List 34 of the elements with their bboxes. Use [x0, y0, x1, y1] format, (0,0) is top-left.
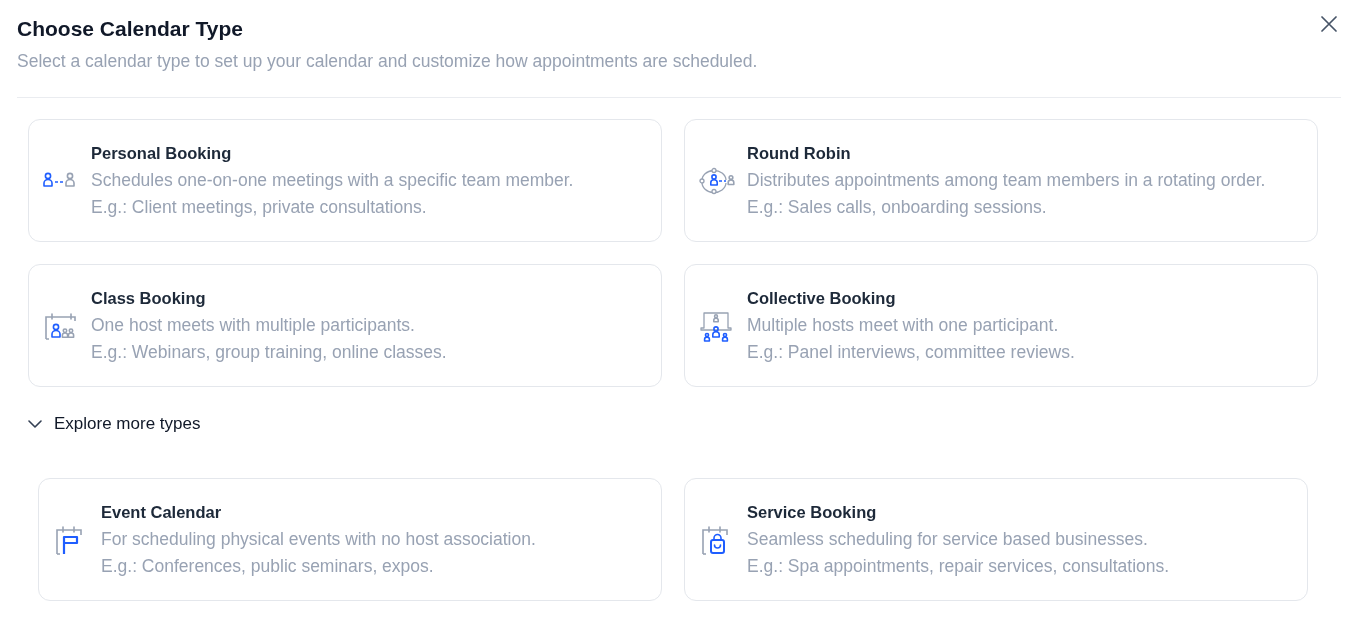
calendar-bag-icon: [699, 523, 729, 556]
card-description: Multiple hosts meet with one participant.: [747, 314, 1060, 337]
card-title: Collective Booking: [747, 288, 897, 309]
chevron-icon: [28, 420, 42, 428]
card-example: E.g.: Conferences, public seminars, expos.: [101, 555, 435, 578]
card-example: E.g.: Webinars, group training, online classes.: [91, 341, 447, 364]
calendar-type-card[interactable]: Personal Booking Schedules one-on-one meetings with a specific team member. E.g.: Client meetings, private consultations.: [28, 119, 662, 242]
card-description: Seamless scheduling for service based businesses.: [747, 528, 1149, 551]
calendar-group-icon: [43, 310, 77, 341]
calendar-type-card[interactable]: Round Robin Distributes appointments among team members in a rotating order. E.g.: Sales calls, onboarding sessions.: [684, 119, 1318, 242]
calendar-type-card[interactable]: Event Calendar For scheduling physical events with no host association. E.g.: Conferences, public seminars, expos.: [38, 478, 662, 601]
card-title: Class Booking: [91, 288, 207, 309]
dialog-title: Choose Calendar Type: [17, 16, 243, 42]
card-example: E.g.: Spa appointments, repair services, consultations.: [747, 555, 1170, 578]
calendar-type-card[interactable]: Service Booking Seamless scheduling for service based businesses. E.g.: Spa appointments, repair services, consultations.: [684, 478, 1308, 601]
screen-group-icon: [699, 309, 733, 342]
person-rotation-icon: [699, 166, 735, 195]
calendar-type-card[interactable]: Collective Booking Multiple hosts meet with one participant. E.g.: Panel interviews, committee reviews.: [684, 264, 1318, 387]
card-description: Schedules one-on-one meetings with a specific team member.: [91, 169, 574, 192]
card-title: Event Calendar: [101, 502, 223, 523]
close-icon: [1321, 16, 1337, 32]
card-title: Personal Booking: [91, 143, 233, 164]
explore-more-toggle[interactable]: Explore more types: [28, 412, 201, 436]
card-description: One host meets with multiple participants.: [91, 314, 416, 337]
calendar-flag-icon: [53, 523, 83, 556]
card-example: E.g.: Client meetings, private consultations.: [91, 196, 428, 219]
dialog-subtitle: Select a calendar type to set up your calendar and customize how appointments are scheduled.: [17, 50, 759, 72]
card-example: E.g.: Sales calls, onboarding sessions.: [747, 196, 1048, 219]
card-title: Service Booking: [747, 502, 878, 523]
card-description: For scheduling physical events with no host association.: [101, 528, 536, 551]
card-example: E.g.: Panel interviews, committee reviews.: [747, 341, 1075, 364]
calendar-type-card[interactable]: Class Booking One host meets with multiple participants. E.g.: Webinars, group training, online classes.: [28, 264, 662, 387]
card-title: Round Robin: [747, 143, 852, 164]
card-description: Distributes appointments among team members in a rotating order.: [747, 169, 1266, 192]
